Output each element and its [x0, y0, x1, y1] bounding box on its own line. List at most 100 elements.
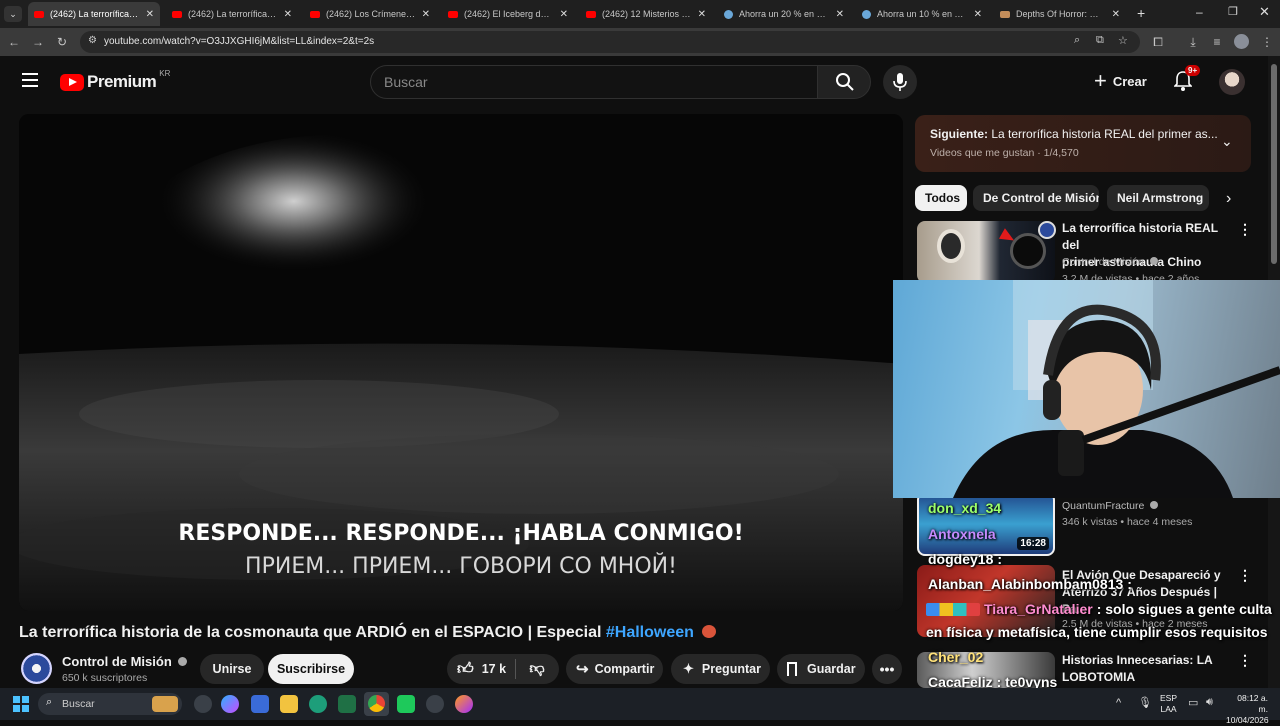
hashtag-link[interactable]: #Halloween: [606, 624, 694, 641]
downloads-icon[interactable]: ⤓: [1185, 34, 1201, 50]
close-tab-icon[interactable]: ✕: [284, 9, 292, 20]
zoom-icon[interactable]: ⌕: [1074, 34, 1080, 47]
create-label: Crear: [1112, 73, 1147, 89]
chat-message: en física y metafísica, tiene cumplir es…: [926, 624, 1268, 640]
join-button[interactable]: Unirse: [200, 654, 264, 684]
firefox-icon[interactable]: [455, 695, 473, 713]
restore-button[interactable]: ❐: [1228, 5, 1238, 18]
minimize-button[interactable]: –: [1196, 5, 1203, 19]
file-explorer-icon[interactable]: [280, 695, 298, 713]
windows-start-icon[interactable]: [13, 696, 29, 712]
subscribe-label: Suscribirse: [276, 662, 346, 676]
browser-tab[interactable]: (2462) Los Crímenes Más ✕: [304, 2, 436, 26]
search-box[interactable]: Buscar: [370, 65, 818, 99]
bookmark-star-icon[interactable]: ☆: [1118, 34, 1128, 47]
filter-chip[interactable]: De Control de Misión: [973, 185, 1099, 211]
app-icon-notify[interactable]: [426, 695, 444, 713]
install-icon[interactable]: ⧉: [1096, 34, 1104, 47]
tab-title: (2462) La terrorífica historia: [50, 9, 140, 19]
clock[interactable]: 08:12 a. m. 10/04/2026: [1226, 693, 1269, 726]
taskbar-search[interactable]: ⌕ Buscar: [38, 693, 182, 715]
browser-tab[interactable]: Ahorra un 10 % en The P ✕: [856, 2, 988, 26]
recommendation-channel[interactable]: Control de Misión: [1062, 256, 1158, 268]
search-button[interactable]: [817, 65, 871, 99]
volume-icon[interactable]: 🔊︎: [1206, 696, 1213, 709]
notifications-button[interactable]: 9+: [1173, 65, 1201, 93]
media-icon[interactable]: ≡: [1209, 34, 1225, 50]
dislike-button[interactable]: 👎︎: [516, 660, 558, 678]
extensions-icon[interactable]: ⧠: [1150, 34, 1166, 50]
recommendation-thumbnail[interactable]: [917, 221, 1055, 283]
save-button[interactable]: Guardar: [777, 654, 865, 684]
widgets-icon[interactable]: [221, 695, 239, 713]
channel-text: Control de Misión: [1062, 256, 1144, 268]
close-tab-icon[interactable]: ✕: [422, 9, 430, 20]
site-info-icon[interactable]: ⚙: [88, 35, 97, 46]
browser-tab[interactable]: (2462) La terrorífica historia ✕: [166, 2, 298, 26]
more-vert-icon[interactable]: ⋮: [1238, 652, 1252, 669]
subscribe-button[interactable]: Suscribirse: [268, 654, 354, 684]
search-icon: ⌕: [46, 696, 53, 708]
account-avatar[interactable]: [1219, 69, 1245, 95]
store-icon[interactable]: [251, 695, 269, 713]
tray-chevron-icon[interactable]: ^: [1116, 697, 1121, 709]
more-actions-button[interactable]: •••: [872, 654, 902, 684]
channel-avatar[interactable]: [21, 653, 52, 684]
chevron-down-icon[interactable]: ⌄: [1221, 133, 1233, 150]
playlist-panel[interactable]: Siguiente: La terrorífica historia REAL …: [915, 115, 1251, 172]
browser-tab[interactable]: (2462) El Iceberg de lo ate ✕: [442, 2, 574, 26]
tab-title: (2462) 12 Misterios Más P: [602, 9, 692, 19]
streamer-figure: [953, 280, 1280, 498]
voice-search-button[interactable]: [883, 65, 917, 99]
channel-name[interactable]: Control de Misión: [62, 654, 188, 669]
profile-avatar[interactable]: [1234, 34, 1249, 49]
forward-icon[interactable]: →: [30, 34, 46, 50]
more-vert-icon[interactable]: ⋮: [1238, 567, 1252, 584]
ask-button[interactable]: ✦ Preguntar: [671, 654, 770, 684]
browser-menu-icon[interactable]: ⋮: [1259, 34, 1275, 50]
microphone-tray-icon[interactable]: 🎙︎: [1138, 696, 1152, 709]
url-text[interactable]: youtube.com/watch?v=O3JJXGHI6jM&list=LL&…: [104, 36, 374, 47]
chat-message: dogdey18:: [928, 551, 1002, 567]
close-tab-icon[interactable]: ✕: [560, 9, 568, 20]
tab-search-button[interactable]: ⌄: [4, 6, 22, 22]
address-bar[interactable]: ⚙ youtube.com/watch?v=O3JJXGHI6jM&list=L…: [80, 31, 1140, 53]
new-tab-button[interactable]: +: [1137, 5, 1145, 21]
taskbar-search-placeholder: Buscar: [62, 698, 95, 710]
close-tab-icon[interactable]: ✕: [974, 9, 982, 20]
create-button[interactable]: + Crear: [1094, 70, 1147, 92]
verified-icon: [178, 657, 188, 666]
chrome-icon[interactable]: [364, 692, 389, 716]
hamburger-menu-icon[interactable]: [22, 73, 38, 87]
close-tab-icon[interactable]: ✕: [698, 9, 706, 20]
filter-chip[interactable]: Todos: [915, 185, 967, 211]
close-tab-icon[interactable]: ✕: [146, 9, 154, 20]
copilot-icon[interactable]: [194, 695, 212, 713]
recommendation-title[interactable]: Historias Innecesarias: LA LOBOTOMIA: [1062, 652, 1232, 686]
browser-tab[interactable]: Ahorra un 20 % en KuloN ✕: [718, 2, 850, 26]
video-player[interactable]: RESPONDE... RESPONDE... ¡HABLA CONMIGO! …: [19, 114, 903, 611]
more-vert-icon[interactable]: ⋮: [1238, 221, 1252, 238]
close-window-button[interactable]: ✕: [1259, 4, 1270, 20]
recommendation-channel[interactable]: QuantumFracture: [1062, 500, 1159, 512]
chevron-right-icon[interactable]: ›: [1226, 190, 1231, 208]
like-button[interactable]: 👍︎ 17 k: [447, 660, 515, 679]
browser-tab[interactable]: (2462) La terrorífica historia ✕: [28, 2, 160, 26]
share-button[interactable]: ↪ Compartir: [566, 654, 663, 684]
steam-favicon-icon: [724, 9, 733, 19]
browser-tab[interactable]: Depths Of Horror: Mushr ✕: [994, 2, 1126, 26]
back-icon[interactable]: ←: [6, 34, 22, 50]
excel-icon[interactable]: [338, 695, 356, 713]
close-tab-icon[interactable]: ✕: [836, 9, 844, 20]
app-icon-green[interactable]: [397, 695, 415, 713]
channel-name-text: Control de Misión: [62, 654, 172, 669]
close-tab-icon[interactable]: ✕: [1112, 9, 1120, 20]
reload-icon[interactable]: ↻: [54, 34, 70, 50]
network-icon[interactable]: ▭: [1188, 696, 1198, 709]
filter-chip[interactable]: Neil Armstrong: [1107, 185, 1209, 211]
browser-tab[interactable]: (2462) 12 Misterios Más P ✕: [580, 2, 712, 26]
youtube-logo[interactable]: Premium KR: [60, 69, 170, 92]
edge-icon[interactable]: [309, 695, 327, 713]
language-indicator[interactable]: ESP LAA: [1160, 693, 1177, 715]
chat-message: Alanban_Alabinbombam0813:: [928, 576, 1132, 592]
